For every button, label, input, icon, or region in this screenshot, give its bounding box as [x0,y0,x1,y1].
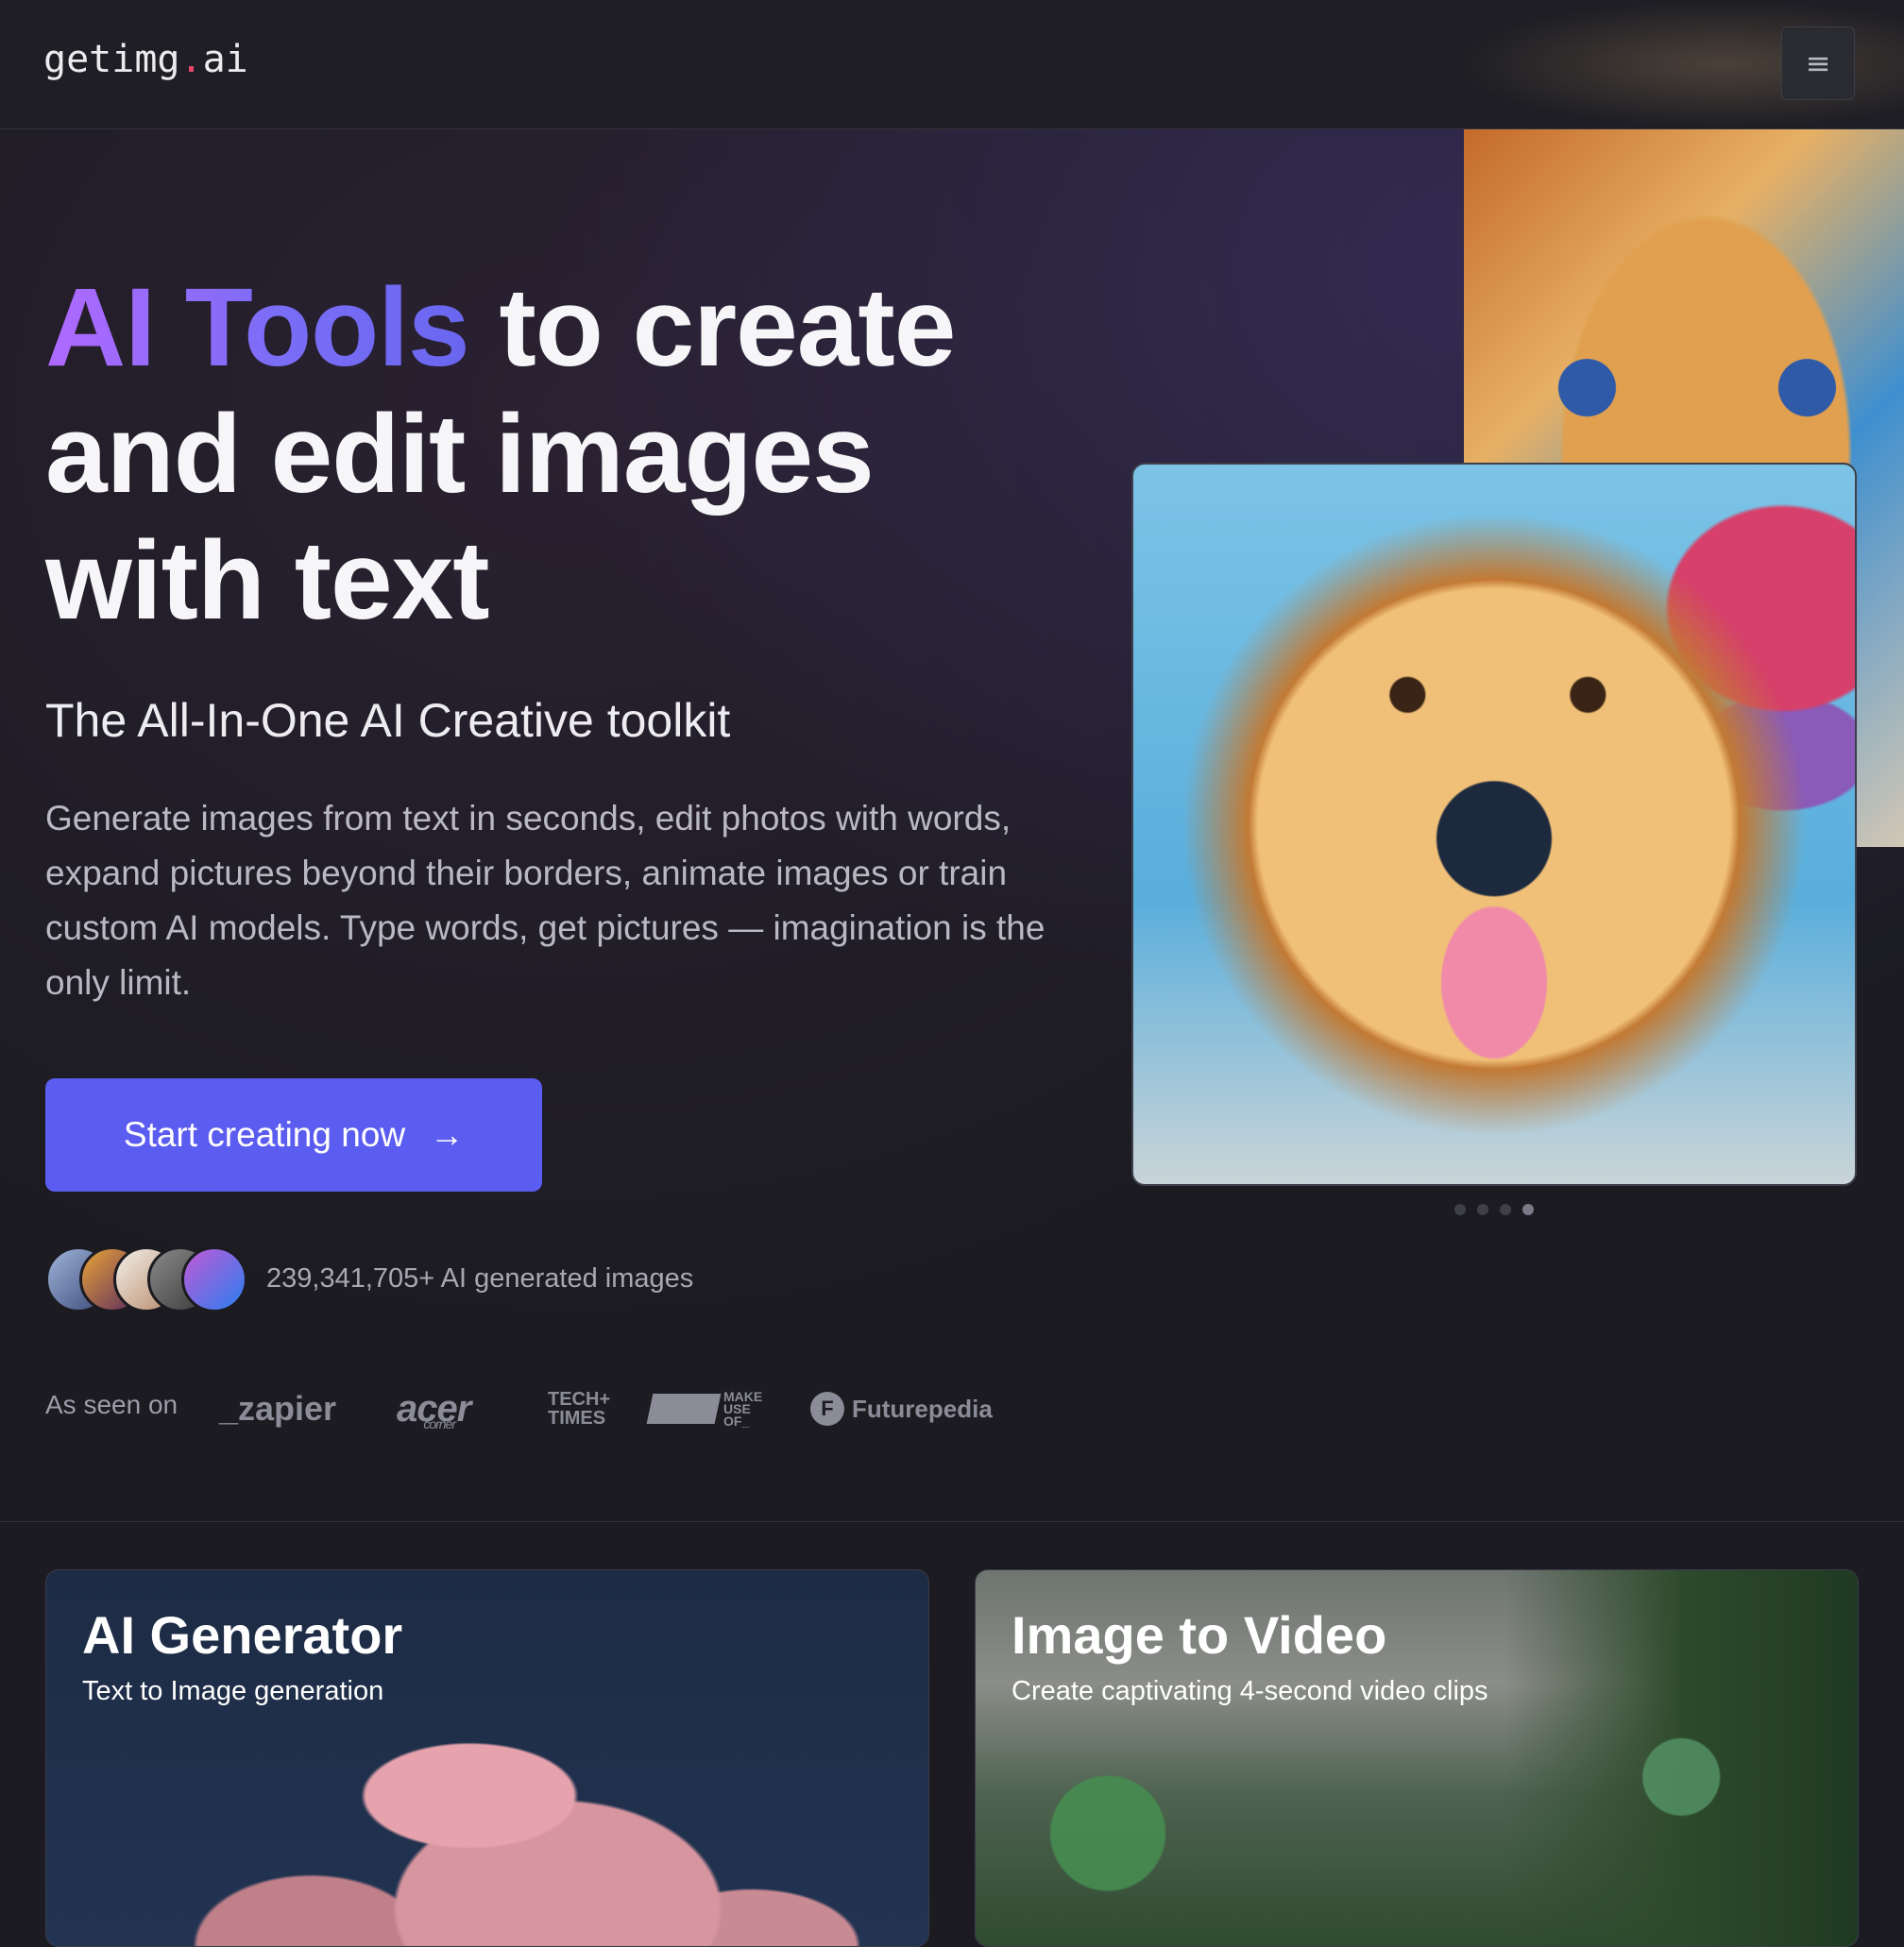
hero-headline: AI Tools to create and edit images with … [45,264,1084,644]
futurepedia-logo-text: Futurepedia [852,1394,993,1423]
logo-suffix: ai [202,38,248,81]
as-seen-on-label: As seen on [45,1390,178,1419]
image-to-video-card[interactable]: Image to Video Create captivating 4-seco… [975,1569,1859,1947]
logo-dot: . [179,38,203,81]
hero-description: Generate images from text in seconds, ed… [45,799,1046,1002]
acer-logo-sub: corner [423,1416,456,1431]
acer-logo: acer corner [397,1380,502,1437]
techtimes-logo: TECH+ TIMES [548,1380,610,1437]
futurepedia-logo: F Futurepedia [810,1380,993,1437]
techtimes-line1: TECH+ [548,1389,611,1410]
cta-label: Start creating now [123,1115,406,1154]
card-title: AI Generator [82,1605,403,1665]
techtimes-line2: TIMES [548,1408,606,1429]
stat-text: 239,341,705+ AI generated images [266,1263,694,1294]
zapier-logo-text: _zapier [219,1389,337,1428]
top-nav-bar: getimg.ai ≡ [0,0,1904,129]
makeuseof-logo: MAKE USE OF_ [646,1380,762,1437]
logo[interactable]: getimg.ai [43,38,248,81]
start-creating-button[interactable]: Start creating now → [45,1078,542,1192]
carousel-dot[interactable] [1454,1204,1466,1215]
as-seen-on: As seen on _zapier acer corner TECH+ TIMES… [45,1380,1084,1437]
logo-text: getimg [43,38,180,81]
carousel-dot-active[interactable] [1522,1204,1534,1215]
menu-button[interactable]: ≡ [1781,26,1855,100]
zapier-logo: _zapier [219,1380,336,1437]
carousel-dot[interactable] [1477,1204,1488,1215]
avatar [181,1246,247,1312]
card-subtitle: Create captivating 4-second video clips [1012,1676,1488,1706]
headline-highlight: AI Tools [45,265,470,390]
card-title: Image to Video [1012,1605,1387,1665]
makeuseof-text: MAKE USE OF_ [723,1390,762,1429]
card-subtitle: Text to Image generation [82,1676,384,1706]
futurepedia-icon: F [810,1392,844,1426]
hero-image-dog-painting[interactable] [1131,463,1857,1186]
makeuseof-mark [646,1394,722,1424]
arrow-right-icon: → [430,1115,465,1154]
generated-images-stat: 239,341,705+ AI generated images [45,1246,895,1316]
ai-generator-card[interactable]: AI Generator Text to Image generation [45,1569,929,1947]
hero-subheading: The All-In-One AI Creative toolkit [45,694,731,747]
carousel-dot[interactable] [1500,1204,1511,1215]
hamburger-menu-icon: ≡ [1805,45,1831,81]
avatar-group [45,1246,253,1316]
carousel-dots [1454,1204,1549,1215]
features-section: AI Generator Text to Image generation Im… [0,1521,1904,1947]
makeuseof-line3: OF_ [723,1413,750,1429]
